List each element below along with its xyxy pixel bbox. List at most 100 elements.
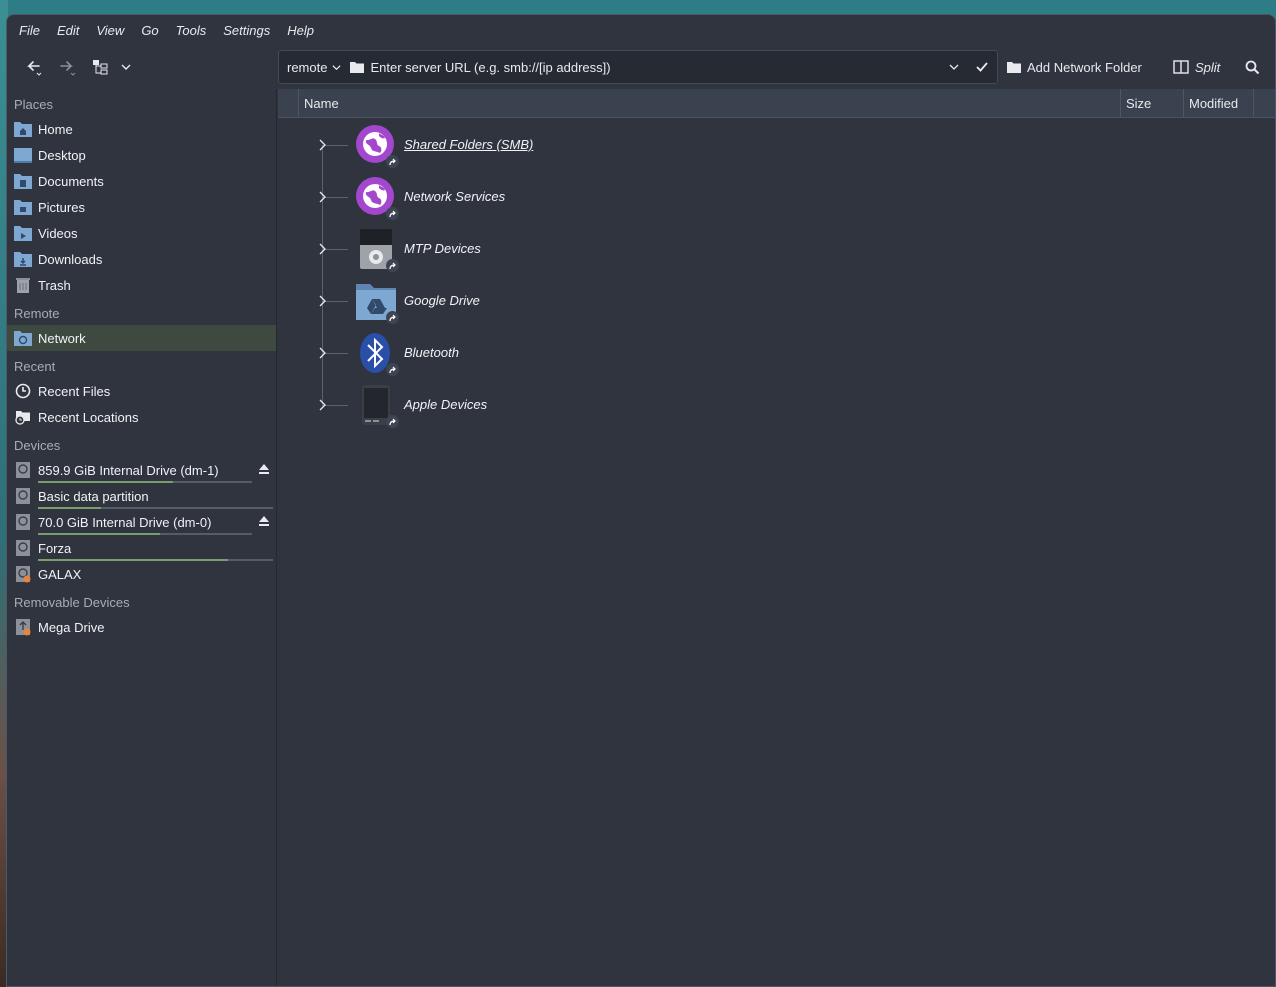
item-label: Google Drive [404, 293, 480, 308]
menu-tools[interactable]: Tools [170, 23, 213, 38]
sidebar-item-label: Trash [38, 277, 71, 293]
sidebar-item-drive-dm1[interactable]: 859.9 GiB Internal Drive (dm-1) [7, 457, 276, 483]
sidebar-item-documents[interactable]: Documents [7, 168, 276, 194]
sidebar-item-mega-drive[interactable]: Mega Drive [7, 614, 276, 640]
add-network-folder-label: Add Network Folder [1027, 59, 1142, 75]
hard-drive-icon [14, 487, 32, 505]
hard-drive-icon [14, 513, 32, 531]
chevron-right-icon[interactable] [318, 346, 328, 360]
list-item[interactable]: Bluetooth [278, 327, 1275, 379]
hard-drive-icon [14, 461, 32, 479]
view-mode-button[interactable] [89, 53, 111, 81]
sidebar-item-recent-files[interactable]: Recent Files [7, 378, 276, 404]
chevron-right-icon[interactable] [318, 138, 328, 152]
item-label: Bluetooth [404, 345, 459, 360]
sidebar-item-label: Recent Locations [38, 409, 139, 425]
list-item[interactable]: Google Drive [278, 275, 1275, 327]
menubar: File Edit View Go Tools Settings Help [7, 15, 1275, 45]
protocol-label: remote [287, 59, 328, 75]
checkmark-icon [976, 62, 988, 72]
list-item[interactable]: Apple Devices [278, 379, 1275, 431]
url-history-dropdown[interactable] [941, 61, 967, 73]
desktop-icon [14, 146, 32, 164]
google-drive-folder-icon [355, 280, 399, 324]
menu-help[interactable]: Help [281, 23, 320, 38]
sidebar-item-drive-dm0[interactable]: 70.0 GiB Internal Drive (dm-0) [7, 509, 276, 535]
list-item[interactable]: Network Services [278, 171, 1275, 223]
sidebar-item-label: 70.0 GiB Internal Drive (dm-0) [38, 514, 212, 530]
sidebar-item-forza[interactable]: Forza [7, 535, 276, 561]
media-player-icon [355, 228, 399, 272]
chevron-right-icon[interactable] [318, 190, 328, 204]
view-mode-dropdown[interactable] [115, 53, 137, 81]
column-modified[interactable]: Modified [1183, 89, 1253, 118]
eject-icon[interactable] [258, 515, 270, 530]
menu-file[interactable]: File [13, 23, 46, 38]
menu-edit[interactable]: Edit [51, 23, 85, 38]
location-bar: remote Enter server URL (e.g. smb://[ip … [278, 50, 998, 84]
chevron-right-icon[interactable] [318, 242, 328, 256]
column-size[interactable]: Size [1120, 89, 1182, 118]
sidebar-item-label: 859.9 GiB Internal Drive (dm-1) [38, 462, 219, 478]
sidebar-item-trash[interactable]: Trash [7, 272, 276, 298]
network-folder-icon [14, 329, 32, 347]
file-view: Name Size Modified Shared Folders (SMB) [278, 89, 1275, 986]
split-view-icon [1173, 60, 1189, 74]
sidebar-item-basic-data-partition[interactable]: Basic data partition [7, 483, 276, 509]
menu-go[interactable]: Go [135, 23, 164, 38]
sidebar-item-label: Documents [38, 173, 104, 189]
sidebar-item-label: Network [38, 330, 86, 346]
sidebar-item-desktop[interactable]: Desktop [7, 142, 276, 168]
home-folder-icon [14, 120, 32, 138]
confirm-url-button[interactable] [967, 60, 997, 74]
link-badge-icon [386, 311, 399, 324]
eject-icon[interactable] [258, 463, 270, 478]
column-header: Name Size Modified [278, 89, 1275, 118]
bluetooth-icon [355, 332, 399, 376]
list-item[interactable]: Shared Folders (SMB) [278, 119, 1275, 171]
split-button[interactable]: Split [1173, 53, 1220, 81]
globe-icon [355, 176, 399, 220]
tree-view-icon [93, 60, 108, 75]
sidebar-item-network[interactable]: Network [7, 325, 276, 351]
sidebar-item-label: Videos [38, 225, 78, 241]
sidebar-item-pictures[interactable]: Pictures [7, 194, 276, 220]
sidebar-item-galax[interactable]: GALAX [7, 561, 276, 587]
sidebar-item-recent-locations[interactable]: Recent Locations [7, 404, 276, 430]
search-button[interactable] [1242, 53, 1262, 81]
menu-settings[interactable]: Settings [217, 23, 276, 38]
places-sidebar: Places Home Desktop Documents Pictures V… [7, 89, 277, 986]
search-icon [1245, 60, 1259, 74]
chevron-right-icon[interactable] [318, 398, 328, 412]
folder-icon [1007, 62, 1021, 73]
back-button[interactable] [19, 53, 47, 81]
sidebar-item-home[interactable]: Home [7, 116, 276, 142]
item-label: Apple Devices [404, 397, 488, 412]
chevron-down-icon [121, 64, 131, 70]
sidebar-item-downloads[interactable]: Downloads [7, 246, 276, 272]
protocol-selector[interactable]: remote [279, 60, 342, 75]
hard-drive-unmounted-icon [14, 565, 32, 583]
column-name[interactable]: Name [298, 89, 1120, 118]
forward-button[interactable] [53, 53, 81, 81]
section-remote: Remote [14, 306, 60, 321]
documents-folder-icon [14, 172, 32, 190]
add-network-folder-button[interactable]: Add Network Folder [1007, 53, 1142, 81]
menu-view[interactable]: View [90, 23, 130, 38]
folder-icon [350, 62, 365, 73]
item-label: Shared Folders (SMB) [404, 137, 534, 152]
sidebar-item-label: GALAX [38, 566, 82, 582]
hard-drive-icon [14, 539, 32, 557]
item-label: Network Services [404, 189, 506, 204]
chevron-down-icon [949, 64, 959, 70]
section-removable-devices: Removable Devices [14, 595, 130, 610]
link-badge-icon [386, 259, 399, 272]
link-badge-icon [386, 363, 399, 376]
recent-locations-icon [14, 408, 32, 426]
server-url-input[interactable]: Enter server URL (e.g. smb://[ip address… [370, 60, 941, 75]
sidebar-item-label: Downloads [38, 251, 103, 267]
chevron-right-icon[interactable] [318, 294, 328, 308]
list-item[interactable]: MTP Devices [278, 223, 1275, 275]
sidebar-item-videos[interactable]: Videos [7, 220, 276, 246]
chevron-down-icon [332, 64, 342, 70]
